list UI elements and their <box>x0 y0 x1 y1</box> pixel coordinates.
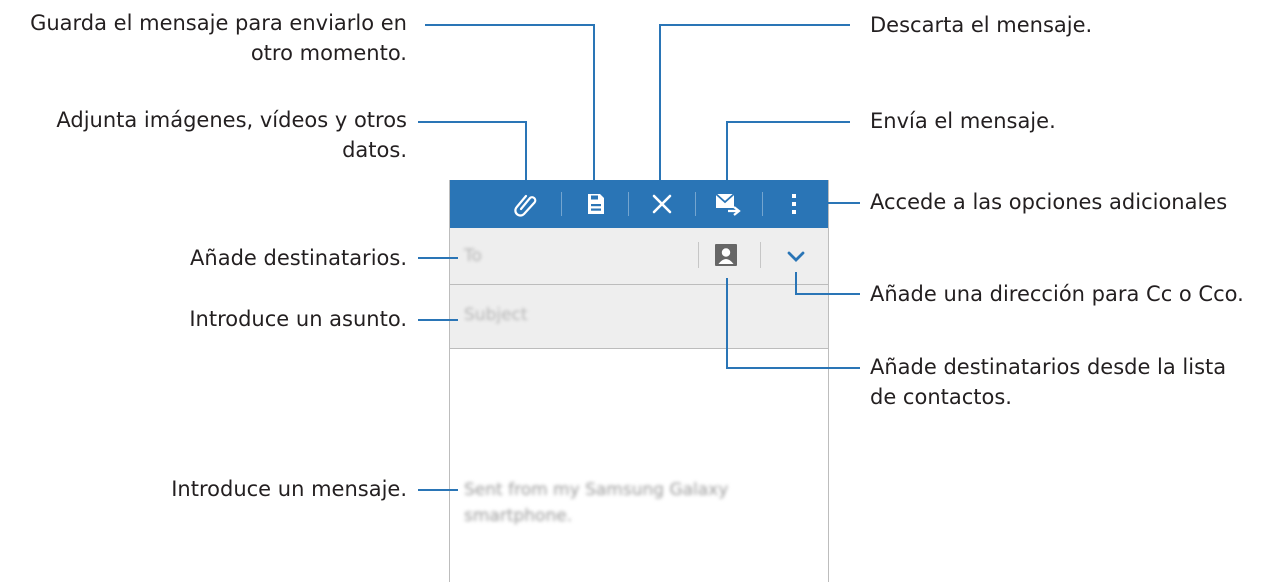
callout-send: Envía el mensaje. <box>870 109 1056 133</box>
callout-add-recipients: Añade destinatarios. <box>190 246 407 270</box>
callout-line-contacts <box>726 278 860 369</box>
callout-line-discard <box>659 24 850 190</box>
callout-contacts-line1: Añade destinatarios desde la lista <box>870 355 1227 379</box>
callout-save-line2: otro momento. <box>250 41 407 65</box>
callout-discard: Descarta el mensaje. <box>870 13 1093 37</box>
callout-attach-line1: Adjunta imágenes, vídeos y otros <box>56 108 407 132</box>
callout-more-options: Accede a las opciones adicionales <box>870 190 1228 214</box>
callout-attach: Adjunta imágenes, vídeos y otros datos. <box>56 105 407 165</box>
callout-subject: Introduce un asunto. <box>189 307 407 331</box>
callout-attach-line2: datos. <box>342 138 407 162</box>
callout-contacts-line2: de contactos. <box>870 385 1012 409</box>
callout-line-save <box>425 24 595 190</box>
callout-save: Guarda el mensaje para enviarlo en otro … <box>30 8 407 68</box>
callout-line-cc-bcc <box>795 272 860 295</box>
callout-message: Introduce un mensaje. <box>171 477 407 501</box>
callout-cc-bcc: Añade una dirección para Cc o Cco. <box>870 282 1244 306</box>
callout-line-send <box>726 121 850 192</box>
callout-line-attach <box>418 121 527 192</box>
callout-save-line1: Guarda el mensaje para enviarlo en <box>30 11 407 35</box>
callout-contacts: Añade destinatarios desde la lista de co… <box>870 352 1226 412</box>
